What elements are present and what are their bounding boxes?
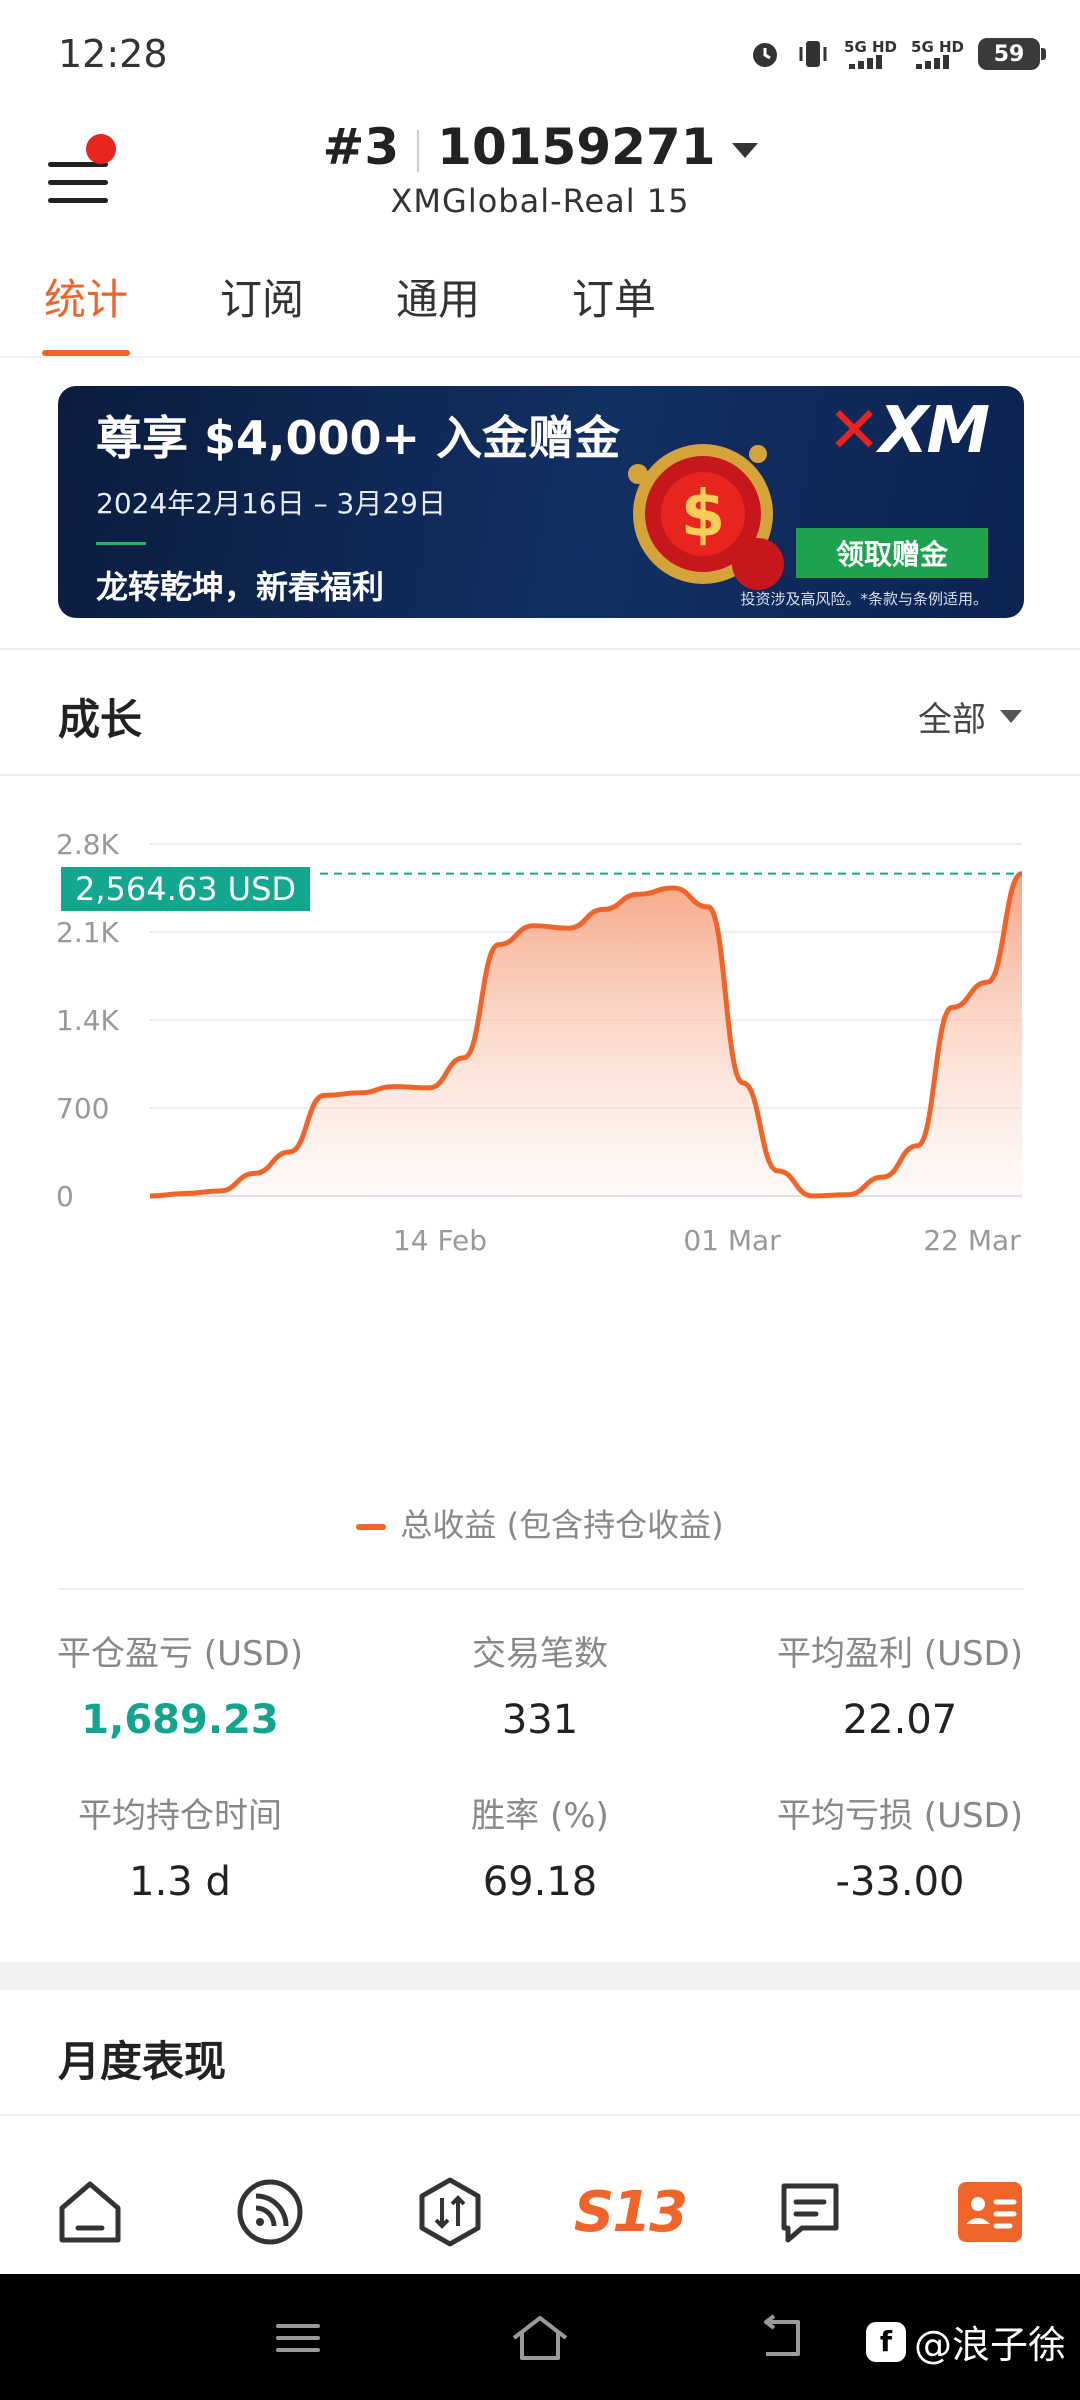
stats-grid: 平仓盈亏 (USD) 1,689.23 交易笔数 331 平均盈利 (USD) …	[0, 1626, 1080, 1926]
account-number: 10159271	[437, 118, 716, 176]
watermark: f @浪子徐	[865, 2314, 1066, 2369]
stat-label: 交易笔数	[472, 1634, 608, 1674]
dollar-coin-icon: $	[628, 444, 784, 590]
range-label: 全部	[918, 700, 986, 740]
bottom-nav: S13	[0, 2136, 1080, 2274]
signal-1: 5G HD	[844, 36, 897, 72]
promo-banner[interactable]: 尊享 $4,000+ 入金赠金 2024年2月16日 – 3月29日 龙转乾坤，…	[58, 386, 1024, 618]
status-icons: 5G HD 5G HD 59	[748, 36, 1046, 72]
growth-header: 成长 全部	[0, 650, 1080, 776]
nav-account[interactable]	[950, 2172, 1030, 2252]
banner-title: 尊享 $4,000+ 入金赠金	[96, 411, 621, 465]
tab-statistics[interactable]: 统计	[41, 266, 131, 356]
tab-bar: 统计 订阅 通用 订单	[0, 262, 1080, 358]
stat-avg-loss: 平均亏损 (USD) -33.00	[720, 1788, 1080, 1905]
tab-subscribe[interactable]: 订阅	[220, 266, 304, 352]
svg-text:$: $	[681, 478, 726, 552]
stat-label: 平均盈利 (USD)	[777, 1634, 1023, 1674]
account-card-icon	[958, 2182, 1022, 2242]
back-icon	[764, 2314, 800, 2356]
status-time: 12:28	[58, 32, 168, 76]
current-value-tag: 2,564.63 USD	[61, 867, 311, 911]
stat-value: 1,689.23	[81, 1697, 279, 1743]
vibrate-icon	[796, 36, 830, 72]
stat-label: 平仓盈亏 (USD)	[57, 1634, 303, 1674]
chart-legend: 总收益 (包含持仓收益)	[0, 1500, 1080, 1546]
stat-value: 1.3 d	[129, 1859, 231, 1905]
trade-icon	[419, 2177, 481, 2247]
menu-icon	[276, 2324, 320, 2352]
platform-logo-icon: f	[865, 2321, 906, 2362]
nav-home[interactable]	[50, 2172, 130, 2252]
home-button[interactable]	[508, 2312, 572, 2368]
stat-value: -33.00	[835, 1859, 965, 1905]
y-tick-label: 2.8K	[56, 828, 120, 861]
banner-rule	[96, 542, 146, 545]
chevron-down-icon	[1000, 710, 1022, 723]
x-tick-label: 14 Feb	[393, 1224, 487, 1257]
tab-general[interactable]: 通用	[396, 266, 480, 352]
x-tick-label: 01 Mar	[683, 1224, 781, 1257]
battery-icon: 59	[978, 38, 1046, 70]
claim-bonus-button[interactable]: 领取赠金	[796, 528, 988, 578]
news-icon	[781, 2183, 839, 2243]
chevron-down-icon	[731, 143, 758, 158]
home-icon	[59, 2181, 121, 2243]
monthly-header: 月度表现	[0, 1990, 1080, 2116]
nav-feed[interactable]	[230, 2172, 310, 2252]
range-dropdown[interactable]: 全部	[918, 692, 1022, 741]
legend-label: 总收益 (包含持仓收益)	[400, 1506, 724, 1544]
home-outline-icon	[512, 2316, 568, 2360]
feed-icon	[237, 2179, 303, 2245]
battery-level: 59	[993, 41, 1025, 67]
x-tick-label: 22 Mar	[923, 1224, 1021, 1257]
app-header: #3 10159271 XMGlobal-Real 15	[0, 112, 1080, 262]
stat-trade-count: 交易笔数 331	[360, 1626, 720, 1743]
stat-avg-hold-time: 平均持仓时间 1.3 d	[0, 1788, 360, 1905]
y-tick-label: 700	[56, 1092, 109, 1125]
area-layer	[149, 871, 1024, 1199]
y-tick-label: 1.4K	[56, 1004, 120, 1037]
stat-avg-profit: 平均盈利 (USD) 22.07	[720, 1626, 1080, 1743]
account-selector[interactable]: #3 10159271	[0, 118, 1080, 176]
y-tick-label: 0	[56, 1180, 74, 1213]
nav-s13[interactable]: S13	[574, 2172, 688, 2252]
stat-label: 平均亏损 (USD)	[777, 1796, 1023, 1836]
tab-orders[interactable]: 订单	[572, 266, 656, 352]
stat-label: 平均持仓时间	[78, 1796, 282, 1836]
banner-subtitle: 龙转乾坤，新春福利	[96, 568, 385, 606]
stat-value: 69.18	[482, 1859, 598, 1905]
status-bar: 12:28 5G HD 5G HD 59	[0, 0, 1080, 112]
account-prefix: #3	[322, 118, 400, 176]
s13-logo: S13	[573, 2179, 688, 2245]
section-gap	[0, 1962, 1080, 1990]
xm-logo: ✕XM	[827, 394, 990, 468]
stat-label: 胜率 (%)	[471, 1796, 609, 1836]
divider	[58, 1588, 1024, 1590]
nav-news[interactable]	[770, 2172, 850, 2252]
brand-text: XM	[878, 394, 990, 468]
banner-date: 2024年2月16日 – 3月29日	[96, 487, 446, 520]
stat-value: 331	[501, 1697, 579, 1743]
signal-2: 5G HD	[911, 36, 964, 72]
back-button[interactable]	[752, 2312, 808, 2368]
growth-title: 成长	[58, 695, 143, 744]
server-name: XMGlobal-Real 15	[390, 182, 690, 220]
alarm-icon	[748, 36, 782, 72]
stat-closed-pnl: 平仓盈亏 (USD) 1,689.23	[0, 1626, 360, 1743]
monthly-title: 月度表现	[58, 2037, 227, 2086]
y-tick-label: 2.1K	[56, 916, 120, 949]
banner-disclaimer: 投资涉及高风险。*条款与条例适用。	[740, 590, 988, 608]
stat-value: 22.07	[842, 1697, 958, 1743]
recents-button[interactable]	[272, 2312, 324, 2368]
separator	[417, 129, 420, 172]
nav-trade[interactable]	[410, 2172, 490, 2252]
legend-swatch	[356, 1524, 387, 1530]
growth-chart: 0 700 1.4K 2.1K 2.8K 14 Feb 01 Mar 22 Mar 2,564…	[0, 800, 1080, 1320]
stat-win-rate: 胜率 (%) 69.18	[360, 1788, 720, 1905]
system-nav-bar: f @浪子徐	[0, 2274, 1080, 2400]
watermark-text: @浪子徐	[913, 2323, 1066, 2367]
